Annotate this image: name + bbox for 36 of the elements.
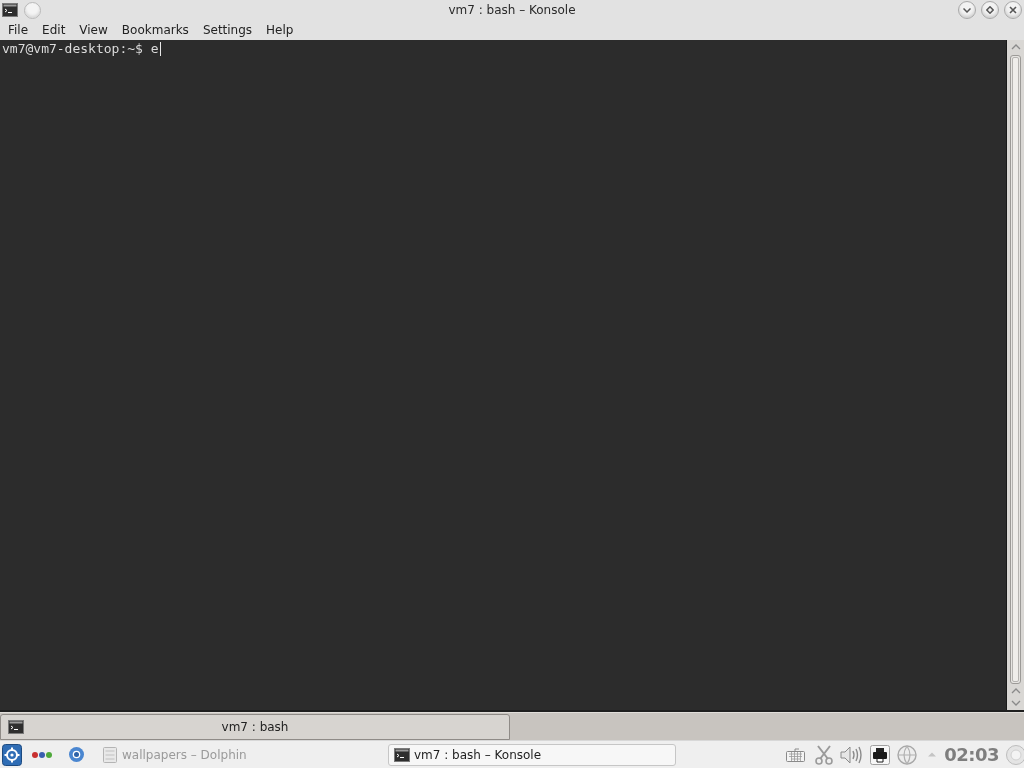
text-cursor bbox=[159, 42, 161, 56]
printer-icon[interactable] bbox=[870, 744, 891, 765]
menu-item[interactable]: View bbox=[72, 20, 115, 40]
terminal-icon[interactable] bbox=[2, 3, 18, 17]
keyboard-icon[interactable] bbox=[786, 747, 806, 762]
globe-icon[interactable] bbox=[896, 744, 919, 765]
terminal-icon bbox=[394, 747, 410, 762]
scrollbar[interactable] bbox=[1007, 40, 1024, 710]
scissors-icon[interactable] bbox=[815, 744, 834, 765]
chevron-down-icon bbox=[963, 7, 971, 13]
window-title: vm7 : bash – Konsole bbox=[448, 2, 576, 19]
ring-icon[interactable] bbox=[68, 746, 85, 763]
tab[interactable]: vm7 : bash bbox=[0, 714, 510, 740]
task-button[interactable]: vm7 : bash – Konsole bbox=[388, 743, 676, 766]
menu-item[interactable]: Bookmarks bbox=[114, 20, 196, 40]
crosshair-tile-icon[interactable] bbox=[2, 743, 22, 766]
expand-arrow-icon[interactable] bbox=[928, 752, 937, 757]
chevron-up-icon[interactable] bbox=[1010, 44, 1021, 50]
close-button[interactable] bbox=[1004, 1, 1022, 19]
terminal-icon bbox=[8, 720, 24, 734]
menu-item[interactable]: Settings bbox=[195, 20, 260, 40]
clock[interactable]: 02:03 bbox=[944, 742, 999, 767]
menu-item[interactable]: Edit bbox=[35, 20, 73, 40]
speaker-icon[interactable] bbox=[840, 744, 865, 765]
chevron-up-icon[interactable] bbox=[1010, 688, 1021, 694]
maximize-button[interactable] bbox=[981, 1, 999, 19]
minimize-button[interactable] bbox=[958, 1, 976, 19]
menu-item[interactable]: File bbox=[1, 20, 36, 40]
menu-item[interactable]: Help bbox=[259, 20, 301, 40]
pin-button[interactable] bbox=[24, 1, 41, 19]
three-dots-icon[interactable] bbox=[31, 750, 53, 759]
diamond-icon bbox=[986, 6, 994, 14]
terminal-line: vm7@vm7-desktop:~$ e bbox=[2, 41, 159, 57]
chevron-down-icon[interactable] bbox=[1010, 700, 1021, 706]
document-icon bbox=[103, 746, 117, 763]
close-icon bbox=[1009, 6, 1017, 14]
